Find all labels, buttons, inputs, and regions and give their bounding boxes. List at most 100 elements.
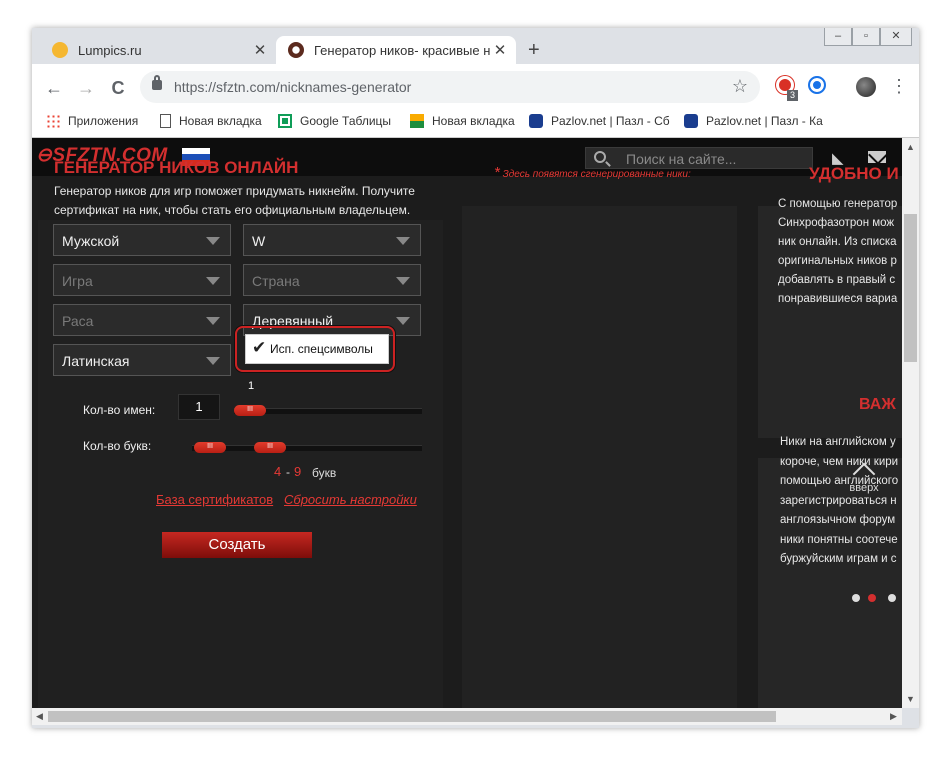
letters-label: Кол-во букв: xyxy=(83,439,152,453)
url-text[interactable]: https://sfztn.com/nicknames-generator xyxy=(174,79,411,95)
bookmark-new-tab-2[interactable]: Новая вкладка xyxy=(410,114,515,128)
extension-badge: 3 xyxy=(787,90,799,101)
apps-grid-icon xyxy=(46,114,60,128)
page-viewport: ⊖SFZTN.COM Поиск на сайте... ◣ ГЕНЕРАТОР… xyxy=(32,138,902,708)
alphabet-select[interactable]: Латинская xyxy=(53,344,231,376)
puzzle-icon xyxy=(529,114,543,128)
minimize-button[interactable]: ‒ xyxy=(824,28,852,46)
letters-min-value: 4 xyxy=(274,464,282,479)
letter-select[interactable]: W xyxy=(243,224,421,256)
info-title-2: ВАЖ xyxy=(859,396,896,413)
vertical-scroll-thumb[interactable] xyxy=(904,214,917,362)
letters-max-value: 9 xyxy=(294,464,302,479)
bookmark-pazlov-2[interactable]: Pazlov.net | Пазл - Ка xyxy=(684,114,823,128)
select-value: Игра xyxy=(62,273,93,289)
bookmark-label: Google Таблицы xyxy=(300,114,392,128)
results-note-text: Здесь появятся сгенерированные ники: xyxy=(502,169,691,180)
bookmark-star-icon[interactable]: ☆ xyxy=(732,76,748,97)
new-tab-button[interactable]: + xyxy=(528,40,540,60)
profile-avatar[interactable] xyxy=(856,77,876,97)
scroll-left-arrow-icon[interactable]: ◀ xyxy=(36,711,43,722)
extension-globe-icon[interactable] xyxy=(808,76,826,94)
horizontal-scrollbar[interactable]: ◀ ▶ xyxy=(32,708,902,725)
game-select[interactable]: Игра xyxy=(53,264,231,296)
results-note: * Здесь появятся сгенерированные ники: xyxy=(494,164,691,181)
info-title-1: УДОБНО И xyxy=(809,164,899,183)
generator-title: ГЕНЕРАТОР НИКОВ ОНЛАЙН xyxy=(54,158,299,177)
tab-title: Lumpics.ru xyxy=(78,42,142,58)
country-select[interactable]: Страна xyxy=(243,264,421,296)
reload-button[interactable]: C xyxy=(108,78,128,98)
tab-title: Генератор ников- красивые ни xyxy=(314,42,490,58)
bookmark-label: Pazlov.net | Пазл - Сб xyxy=(551,114,670,128)
certificates-link[interactable]: База сертификатов xyxy=(156,492,273,507)
special-chars-checkbox[interactable]: ✔ Исп. спецсимволы xyxy=(245,334,389,364)
bookmark-google-sheets[interactable]: Google Таблицы xyxy=(278,114,391,128)
count-input[interactable]: 1 xyxy=(178,394,220,420)
race-select[interactable]: Раса xyxy=(53,304,231,336)
count-slider-handle[interactable]: III xyxy=(234,405,266,416)
horizontal-scroll-thumb[interactable] xyxy=(48,711,776,722)
tab-close-icon[interactable]: ✕ xyxy=(490,41,510,59)
scroll-down-arrow-icon[interactable]: ▼ xyxy=(906,694,915,704)
bookmark-label: Приложения xyxy=(68,114,139,128)
info-line: ники понятны соотече xyxy=(780,533,898,546)
chevron-down-icon xyxy=(396,237,410,245)
carousel-dot-2[interactable] xyxy=(868,594,876,602)
lock-icon xyxy=(152,75,162,90)
tab-strip: Lumpics.ru ✕ Генератор ников- красивые н… xyxy=(32,28,919,64)
scroll-up-arrow-icon[interactable]: ▲ xyxy=(906,142,915,152)
scroll-up-button[interactable]: вверх xyxy=(844,460,884,494)
info-line: зарегистрироваться н xyxy=(780,494,897,507)
browser-menu-icon[interactable]: ⋮ xyxy=(890,76,908,96)
bookmark-new-tab-1[interactable]: Новая вкладка xyxy=(160,114,262,128)
bookmark-label: Pazlov.net | Пазл - Ка xyxy=(706,114,823,128)
tab-lumpics[interactable]: Lumpics.ru ✕ xyxy=(40,36,276,64)
close-window-button[interactable]: ✕ xyxy=(880,28,912,46)
letters-slider-track[interactable] xyxy=(192,445,422,451)
count-slider-value: 1 xyxy=(248,380,255,392)
select-value: Раса xyxy=(62,313,94,329)
info-text-1: С помощью генератор Синхрофазотрон мож н… xyxy=(778,195,902,309)
back-button[interactable]: ← xyxy=(44,78,64,98)
lumpics-favicon-icon xyxy=(52,42,68,58)
info-line: англоязычном форум xyxy=(780,514,896,526)
info-line: понравившиеся вариа xyxy=(778,293,898,305)
puzzle-icon xyxy=(684,114,698,128)
chevron-down-icon xyxy=(206,277,220,285)
tab-close-icon[interactable]: ✕ xyxy=(250,41,270,59)
info-line: добавлять в правый с xyxy=(778,274,896,286)
search-icon[interactable] xyxy=(594,151,606,163)
results-panel xyxy=(462,206,737,708)
letters-slider-min-handle[interactable]: III xyxy=(194,442,226,453)
chevron-down-icon xyxy=(206,317,220,325)
mail-icon[interactable] xyxy=(868,151,886,163)
carousel-dot-1[interactable] xyxy=(852,594,860,602)
sfztn-favicon-icon xyxy=(288,42,304,58)
letters-slider-max-handle[interactable]: III xyxy=(254,442,286,453)
create-button[interactable]: Создать xyxy=(162,532,312,558)
info-line: С помощью генератор xyxy=(778,198,898,210)
maximize-button[interactable]: ▫ xyxy=(852,28,880,46)
info-line: Синхрофазотрон мож xyxy=(778,217,895,229)
checkmark-icon: ✔ xyxy=(252,338,267,357)
letters-unit: букв xyxy=(312,466,337,480)
select-value: Мужской xyxy=(62,233,120,249)
special-chars-label: Исп. спецсимволы xyxy=(270,342,373,356)
bookmark-label: Новая вкладка xyxy=(179,114,262,128)
carousel-dot-3[interactable] xyxy=(888,594,896,602)
bookmark-pazlov-1[interactable]: Pazlov.net | Пазл - Сб xyxy=(529,114,670,128)
gender-select[interactable]: Мужской xyxy=(53,224,231,256)
info-line: оригинальных ников р xyxy=(778,255,897,267)
tab-nick-generator[interactable]: Генератор ников- красивые ни ✕ xyxy=(276,36,516,64)
info-line: Ники на английском у xyxy=(780,436,896,448)
vertical-scrollbar[interactable]: ▲ ▼ xyxy=(902,138,919,708)
bookmark-apps[interactable]: Приложения xyxy=(46,114,138,128)
scroll-right-arrow-icon[interactable]: ▶ xyxy=(890,711,897,722)
chevron-down-icon xyxy=(396,277,410,285)
forward-button[interactable]: → xyxy=(76,78,96,98)
reset-settings-link[interactable]: Сбросить настройки xyxy=(284,492,417,507)
chevron-down-icon xyxy=(206,357,220,365)
select-value: Страна xyxy=(252,273,300,289)
address-bar[interactable]: https://sfztn.com/nicknames-generator ☆ xyxy=(140,71,760,103)
